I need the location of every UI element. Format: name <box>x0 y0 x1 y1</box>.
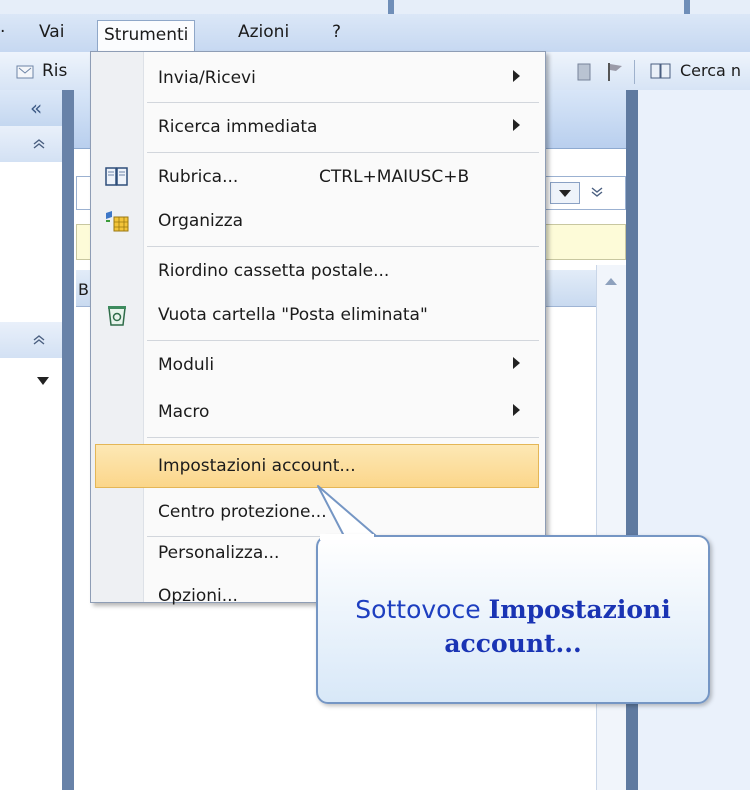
address-book-toolbar-icon[interactable] <box>650 62 672 80</box>
menu-item-invia-ricevi[interactable]: Invia/Ricevi <box>95 56 539 100</box>
menu-item-label: Moduli <box>158 355 215 375</box>
submenu-arrow-icon <box>513 119 520 131</box>
menu-item-macro[interactable]: Macro <box>95 390 539 434</box>
menu-item-vuota-cartella[interactable]: Vuota cartella "Posta eliminata" <box>95 293 539 337</box>
menu-item-label: Invia/Ricevi <box>158 68 256 88</box>
address-book-icon <box>105 167 128 186</box>
menu-item-label: Organizza <box>158 211 244 231</box>
scroll-up-arrow-icon[interactable] <box>604 276 618 286</box>
submenu-arrow-icon <box>513 404 520 416</box>
menu-bar: · Vai Strumenti Azioni ? <box>0 14 750 53</box>
menu-item-label: Riordino cassetta postale... <box>158 261 390 281</box>
callout-pointer-cover <box>320 534 374 540</box>
menu-item-label: Impostazioni account... <box>158 456 356 476</box>
menu-item-moduli[interactable]: Moduli <box>95 343 539 387</box>
toolbar-partial-button[interactable]: Ris <box>42 61 67 81</box>
nav-section-header <box>0 322 62 359</box>
menu-item-label: Ricerca immediata <box>158 117 318 137</box>
menu-vai[interactable]: Vai <box>39 22 64 42</box>
menu-item-riordino-cassetta[interactable]: Riordino cassetta postale... <box>95 249 539 293</box>
menu-item-organizza[interactable]: Organizza <box>95 199 539 243</box>
collapse-pane-button[interactable]: « <box>30 96 42 120</box>
menu-item-label: Rubrica... <box>158 167 239 187</box>
navigation-pane: « <box>0 90 62 790</box>
callout-bold-line2: account... <box>444 629 582 658</box>
menu-bullet: · <box>0 22 6 42</box>
flag-icon[interactable] <box>606 61 626 83</box>
reply-icon[interactable] <box>16 62 38 80</box>
callout-text: Sottovoce Impostazioni account... <box>318 593 708 661</box>
arrange-dropdown-button[interactable] <box>550 182 580 204</box>
toolbar-separator <box>634 60 635 84</box>
menu-item-label: Vuota cartella "Posta eliminata" <box>158 305 428 325</box>
dropdown-arrow-icon[interactable] <box>36 376 50 386</box>
collapse-section-icon-2[interactable] <box>32 334 46 346</box>
menu-help[interactable]: ? <box>332 22 341 42</box>
list-scrollbar[interactable] <box>596 265 627 790</box>
search-address-input[interactable]: Cerca n <box>680 61 741 80</box>
menu-strumenti[interactable]: Strumenti <box>97 20 196 51</box>
collapse-section-icon[interactable] <box>32 138 46 150</box>
menu-item-rubrica[interactable]: Rubrica... CTRL+MAIUSC+B <box>95 155 539 199</box>
menu-azioni[interactable]: Azioni <box>238 22 289 42</box>
column-header-letter: B <box>78 280 89 299</box>
empty-trash-icon <box>108 306 126 326</box>
menu-item-label: Opzioni... <box>158 586 238 606</box>
window-top-strip <box>0 0 750 14</box>
submenu-arrow-icon <box>513 70 520 82</box>
shortcut-text: CTRL+MAIUSC+B <box>319 167 470 187</box>
organize-icon <box>106 211 129 232</box>
expand-chevron-icon[interactable] <box>590 186 604 198</box>
callout-prefix: Sottovoce <box>355 595 489 624</box>
menu-item-label: Macro <box>158 402 210 422</box>
nav-subheader <box>0 126 62 163</box>
submenu-arrow-icon <box>513 357 520 369</box>
pane-splitter-left[interactable] <box>62 90 74 790</box>
category-icon[interactable] <box>576 62 594 82</box>
menu-item-ricerca-immediata[interactable]: Ricerca immediata <box>95 105 539 149</box>
callout-tooltip: Sottovoce Impostazioni account... <box>316 535 710 704</box>
callout-bold-line1: Impostazioni <box>488 595 671 624</box>
